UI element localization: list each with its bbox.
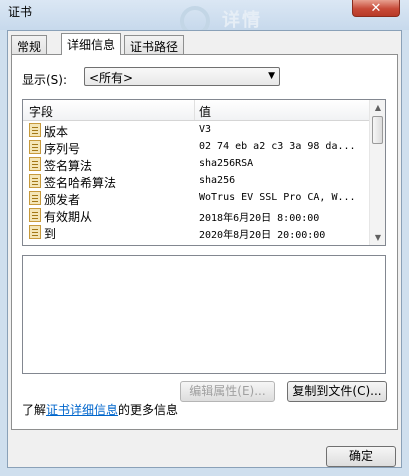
cert-details-link[interactable]: 证书详细信息 xyxy=(46,403,118,417)
window-title: 证书 xyxy=(8,5,33,19)
watermark-text: 详情 xyxy=(222,10,262,31)
vertical-scrollbar[interactable]: ▲ ▼ xyxy=(369,100,385,245)
list-item[interactable]: 签名哈希算法 sha256 xyxy=(23,173,369,190)
field-value: sha256 xyxy=(199,175,236,186)
list-item[interactable]: 序列号 02 74 eb a2 c3 3a 98 da... xyxy=(23,139,369,156)
tab-details[interactable]: 详细信息 xyxy=(61,33,122,55)
copy-to-file-button[interactable]: 复制到文件(C)... xyxy=(287,381,387,402)
learn-more-suffix: 的更多信息 xyxy=(118,403,179,417)
field-detail-box[interactable] xyxy=(22,255,386,374)
field-value: V3 xyxy=(199,124,212,135)
certificate-field-icon xyxy=(29,123,41,137)
column-header-value[interactable]: 值 xyxy=(199,103,211,120)
title-watermark: 详情 xyxy=(180,6,300,36)
list-header: 字段 值 xyxy=(23,100,369,121)
field-name: 颁发者 xyxy=(44,193,81,207)
field-value: 2018年6月20日 8:00:00 xyxy=(199,213,320,224)
certificate-field-icon xyxy=(29,225,41,239)
field-value: WoTrus EV SSL Pro CA, W... xyxy=(199,192,356,203)
tab-general[interactable]: 常规 xyxy=(11,35,48,54)
certificate-field-icon xyxy=(29,157,41,171)
tab-cert-path[interactable]: 证书路径 xyxy=(124,35,185,54)
title-bar: 证书 详情 ✕ xyxy=(0,0,409,36)
chevron-down-icon: ▼ xyxy=(268,71,275,81)
learn-more-prefix: 了解 xyxy=(22,403,47,417)
learn-more-text: 了解证书详细信息的更多信息 xyxy=(22,401,178,418)
field-name: 序列号 xyxy=(44,142,81,156)
column-header-field[interactable]: 字段 xyxy=(29,103,53,120)
field-list: 字段 值 版本 V3 序列号 02 74 eb a2 c3 3a 98 da..… xyxy=(22,99,386,246)
certificate-field-icon xyxy=(29,174,41,188)
field-name: 到 xyxy=(44,227,57,241)
field-name: 签名哈希算法 xyxy=(44,176,117,190)
field-value: 2020年8月20日 20:00:00 xyxy=(199,230,326,241)
ok-button[interactable]: 确定 xyxy=(326,446,396,467)
dialog-body: 常规 详细信息 证书路径 显示(S): <所有> ▼ 字段 值 版本 V3 序列… xyxy=(7,30,402,468)
show-dropdown-value: <所有> xyxy=(89,71,134,85)
details-panel: 显示(S): <所有> ▼ 字段 值 版本 V3 序列号 02 74 eb a2… xyxy=(11,54,398,430)
list-item[interactable]: 有效期从 2018年6月20日 8:00:00 xyxy=(23,207,369,224)
column-divider[interactable] xyxy=(194,100,195,120)
list-item[interactable]: 颁发者 WoTrus EV SSL Pro CA, W... xyxy=(23,190,369,207)
scrollbar-thumb[interactable] xyxy=(372,116,383,144)
certificate-field-icon xyxy=(29,140,41,154)
list-item[interactable]: 到 2020年8月20日 20:00:00 xyxy=(23,224,369,241)
show-label: 显示(S): xyxy=(22,73,68,87)
certificate-field-icon xyxy=(29,191,41,205)
show-dropdown[interactable]: <所有> ▼ xyxy=(84,67,280,86)
close-icon: ✕ xyxy=(370,0,382,16)
field-value: 02 74 eb a2 c3 3a 98 da... xyxy=(199,141,356,152)
edit-properties-button[interactable]: 编辑属性(E)... xyxy=(180,381,275,402)
field-name: 签名算法 xyxy=(44,159,93,173)
scroll-down-icon[interactable]: ▼ xyxy=(370,230,385,245)
field-name: 有效期从 xyxy=(44,210,93,224)
field-value: sha256RSA xyxy=(199,158,254,169)
list-item[interactable]: 签名算法 sha256RSA xyxy=(23,156,369,173)
field-name: 版本 xyxy=(44,125,69,139)
close-button[interactable]: ✕ xyxy=(352,0,400,17)
scroll-up-icon[interactable]: ▲ xyxy=(370,100,385,115)
certificate-field-icon xyxy=(29,208,41,222)
list-item[interactable]: 版本 V3 xyxy=(23,122,369,139)
